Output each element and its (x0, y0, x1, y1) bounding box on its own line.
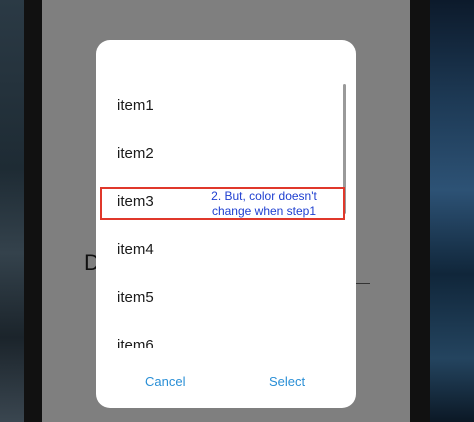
annotation-line-2: change when step1 (211, 204, 317, 218)
annotation-text: 2. But, color doesn't change when step1 (199, 189, 329, 219)
wallpaper-left (0, 0, 24, 422)
list-item[interactable]: item6 (117, 337, 154, 348)
cancel-button[interactable]: Cancel (145, 374, 185, 389)
list-item[interactable]: item1 (117, 97, 154, 114)
background-underline (356, 283, 370, 284)
wallpaper-right (430, 0, 474, 422)
picker-dialog: item1 item2 item3 item4 item5 item6 Canc… (96, 40, 356, 408)
list-item[interactable]: item2 (117, 145, 154, 162)
select-button[interactable]: Select (269, 374, 305, 389)
list-item[interactable]: item5 (117, 289, 154, 306)
annotation-line-1: 2. But, color doesn't (211, 189, 317, 203)
list-item[interactable]: item4 (117, 241, 154, 258)
